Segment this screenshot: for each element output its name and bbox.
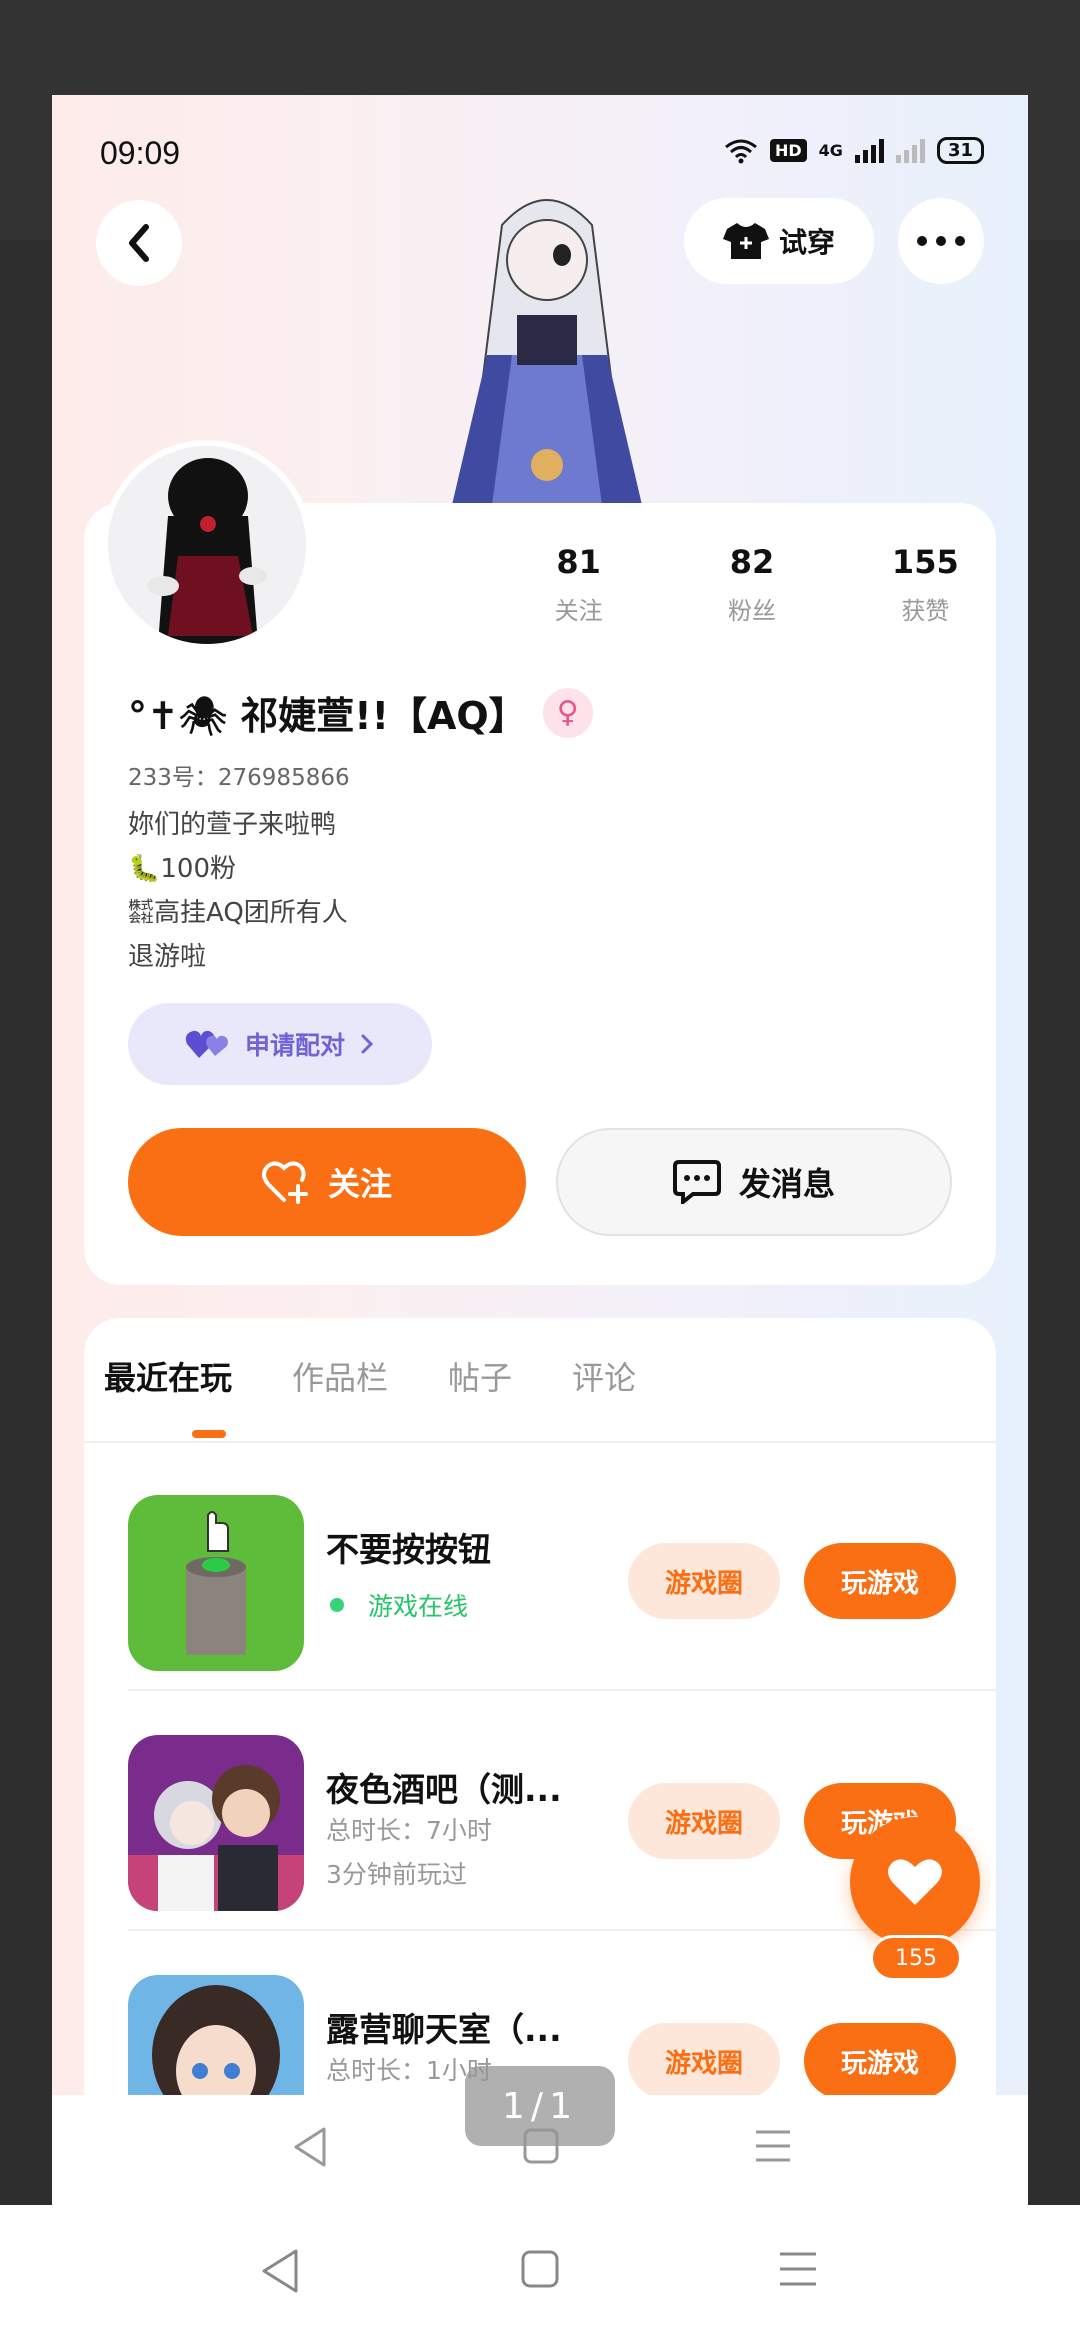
tab-works[interactable]: 作品栏 <box>292 1353 388 1399</box>
nav-back-icon[interactable] <box>290 2125 330 2169</box>
heart-icon <box>888 1859 942 1905</box>
play-game-button[interactable]: 玩游戏 <box>804 1543 956 1619</box>
app-screen: 09:09 HD 4G 31 试穿 81 关注 82 粉丝 155 获赞 °✝🕷… <box>52 95 1028 2205</box>
stat-value: 81 <box>556 543 601 581</box>
signal-icon-2 <box>895 138 925 163</box>
online-label: 游戏在线 <box>368 1592 469 1621</box>
game-playtime: 总时长：7小时 <box>326 1816 492 1845</box>
more-button[interactable] <box>898 198 984 284</box>
game-row[interactable]: 不要按按钮 游戏在线 游戏圈 玩游戏 <box>128 1495 958 1671</box>
stat-label: 关注 <box>554 597 603 625</box>
game-title: 不要按按钮 <box>326 1530 491 1569</box>
stat-likes[interactable]: 155 获赞 <box>839 543 1012 626</box>
nav-menu-icon[interactable] <box>754 2129 792 2163</box>
status-icons: HD 4G 31 <box>724 137 984 164</box>
stat-following[interactable]: 81 关注 <box>492 543 665 626</box>
more-dots-icon <box>917 236 965 246</box>
network-label: 4G <box>818 141 843 160</box>
try-on-label: 试穿 <box>778 226 835 259</box>
game-title: 露营聊天室（... <box>326 2010 562 2049</box>
avatar-image <box>108 446 306 644</box>
battery-indicator: 31 <box>936 137 984 164</box>
game-icon <box>128 1495 304 1671</box>
send-message-label: 发消息 <box>738 1165 835 1203</box>
send-message-button[interactable]: 发消息 <box>556 1128 952 1236</box>
wifi-icon <box>725 139 757 163</box>
online-dot <box>330 1598 344 1612</box>
page-indicator: 1/1 <box>465 2066 615 2146</box>
heart-plus-icon <box>261 1161 308 1204</box>
tab-posts[interactable]: 帖子 <box>448 1353 512 1399</box>
stat-value: 82 <box>729 543 775 581</box>
stat-value: 155 <box>891 543 959 581</box>
game-circle-button[interactable]: 游戏圈 <box>628 1543 780 1619</box>
follow-label: 关注 <box>327 1165 392 1203</box>
tab-indicator <box>192 1430 226 1438</box>
system-navigation-bar <box>0 2205 1080 2340</box>
try-on-button[interactable]: 试穿 <box>684 198 874 284</box>
game-icon <box>128 1735 304 1911</box>
chevron-left-icon <box>129 224 149 262</box>
back-button[interactable] <box>96 200 182 286</box>
chat-bubble-icon <box>672 1160 721 1204</box>
chevron-right-icon <box>361 1034 374 1054</box>
play-game-button[interactable]: 玩游戏 <box>804 2023 956 2099</box>
status-time: 09:09 <box>100 135 181 171</box>
game-circle-button[interactable]: 游戏圈 <box>628 2023 780 2099</box>
system-home-icon[interactable] <box>520 2249 560 2289</box>
game-circle-button[interactable]: 游戏圈 <box>628 1783 780 1859</box>
apply-match-button[interactable]: 申请配对 <box>128 1003 432 1085</box>
bio-line: 妳们的萱子来啦鸭 <box>128 810 337 840</box>
avatar[interactable] <box>102 440 312 650</box>
bio-line: 🐛100粉 <box>128 854 236 884</box>
bio-line: ㍿高挂AQ团所有人 <box>128 898 348 928</box>
tab-divider <box>84 1441 996 1443</box>
row-divider <box>128 1689 996 1691</box>
game-title: 夜色酒吧（测... <box>326 1770 562 1809</box>
game-last-played: 3分钟前玩过 <box>326 1860 467 1889</box>
username: °✝🕷 祁婕萱!!【AQ】 <box>128 694 527 738</box>
stat-followers[interactable]: 82 粉丝 <box>665 543 838 626</box>
name-row: °✝🕷 祁婕萱!!【AQ】 ♀ <box>128 685 593 740</box>
like-button[interactable] <box>850 1817 980 1947</box>
bio-line: 退游啦 <box>128 942 207 972</box>
like-count: 155 <box>870 1935 962 1981</box>
system-back-icon[interactable] <box>258 2247 302 2295</box>
tshirt-icon <box>722 223 769 259</box>
signal-icon <box>854 138 884 163</box>
heart-pair-icon <box>185 1030 228 1058</box>
stat-label: 粉丝 <box>727 597 776 625</box>
tab-recent-games[interactable]: 最近在玩 <box>104 1353 232 1399</box>
hd-badge: HD <box>770 139 807 162</box>
apply-match-label: 申请配对 <box>244 1031 345 1060</box>
tab-bar: 最近在玩 作品栏 帖子 评论 <box>104 1353 636 1399</box>
stat-label: 获赞 <box>901 597 950 625</box>
follow-button[interactable]: 关注 <box>128 1128 526 1236</box>
game-online-status: 游戏在线 <box>326 1587 468 1623</box>
game-row[interactable]: 夜色酒吧（测... 总时长：7小时 3分钟前玩过 游戏圈 玩游戏 <box>128 1735 958 1911</box>
row-divider <box>128 1929 996 1931</box>
tab-comments[interactable]: 评论 <box>572 1353 636 1399</box>
female-icon: ♀ <box>542 687 593 738</box>
user-id: 233号：276985866 <box>128 765 350 791</box>
hero-character-image <box>452 199 642 505</box>
system-menu-icon[interactable] <box>778 2251 818 2287</box>
profile-stats: 81 关注 82 粉丝 155 获赞 <box>492 543 1012 626</box>
bio: 妳们的萱子来啦鸭 🐛100粉 ㍿高挂AQ团所有人 退游啦 <box>128 803 348 979</box>
